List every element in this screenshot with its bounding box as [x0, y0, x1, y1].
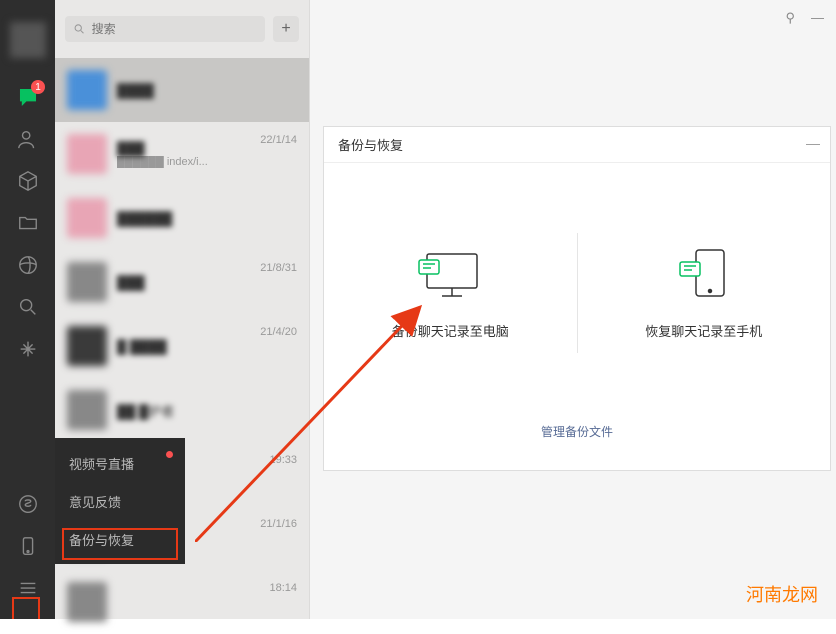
window-controls: ⚲ —	[785, 10, 824, 26]
notification-dot	[166, 451, 173, 458]
search-row: +	[55, 0, 309, 58]
new-chat-button[interactable]: +	[273, 16, 299, 42]
restore-label: 恢复聊天记录至手机	[645, 321, 762, 340]
nav-moments[interactable]	[0, 244, 55, 286]
folder-icon	[17, 212, 39, 234]
chat-name: ███	[117, 275, 250, 290]
dialog-header: 备份与恢复 —	[324, 127, 830, 163]
phone-icon	[17, 535, 39, 557]
phone-restore-icon	[674, 246, 734, 301]
chat-item[interactable]: 18:14	[55, 570, 309, 634]
chat-item[interactable]: ███ 21/8/31	[55, 250, 309, 314]
nav-chat[interactable]: 1	[0, 76, 55, 118]
search-input[interactable]	[92, 22, 257, 36]
plus-icon: +	[281, 20, 290, 38]
nav-more[interactable]	[0, 328, 55, 370]
ctx-video-live[interactable]: 视频号直播	[55, 444, 185, 482]
monitor-icon	[415, 246, 485, 301]
chat-badge: 1	[31, 80, 45, 94]
contacts-icon	[17, 128, 39, 150]
minimize-button[interactable]: —	[811, 10, 824, 26]
nav-phone[interactable]	[0, 525, 55, 567]
chat-avatar	[67, 390, 107, 430]
chat-item[interactable]: ██ █护者	[55, 378, 309, 442]
chat-name: ██ █护者	[117, 401, 297, 420]
nav-search[interactable]	[0, 286, 55, 328]
chat-item[interactable]: █ ████ 21/4/20	[55, 314, 309, 378]
chat-time: 19:33	[269, 454, 297, 466]
chat-avatar	[67, 262, 107, 302]
restore-to-phone-option[interactable]: 恢复聊天记录至手机	[578, 163, 831, 423]
dialog-title: 备份与恢复	[338, 135, 403, 154]
ctx-feedback[interactable]: 意见反馈	[55, 482, 185, 520]
chat-avatar	[67, 198, 107, 238]
chat-avatar	[67, 134, 107, 174]
ctx-backup-restore[interactable]: 备份与恢复	[55, 520, 185, 558]
chat-name: ██████	[117, 211, 297, 226]
chat-time: 18:14	[269, 582, 297, 594]
cube-icon	[17, 170, 39, 192]
chat-snippet: ██████ index/i...	[117, 156, 250, 168]
ctx-label: 备份与恢复	[69, 530, 134, 549]
chat-time: 21/4/20	[260, 326, 297, 338]
menu-icon	[17, 577, 39, 599]
nav-settings[interactable]	[0, 567, 55, 609]
chat-time: 22/1/14	[260, 134, 297, 146]
search-icon	[73, 22, 86, 36]
manage-backup-link[interactable]: 管理备份文件	[541, 425, 613, 439]
nav-files[interactable]	[0, 202, 55, 244]
chat-name: █ ████	[117, 339, 250, 354]
search-nav-icon	[17, 296, 39, 318]
chat-item[interactable]: ██████	[55, 186, 309, 250]
ctx-label: 视频号直播	[69, 454, 134, 473]
backup-to-pc-option[interactable]: 备份聊天记录至电脑	[324, 163, 577, 423]
chat-time: 21/1/16	[260, 518, 297, 530]
chat-avatar	[67, 326, 107, 366]
chat-avatar	[67, 70, 107, 110]
dialog-close-button[interactable]: —	[806, 135, 820, 151]
backup-restore-dialog: 备份与恢复 — 备份聊天记录至电脑 恢复聊天记录至手机 管理备份文件	[323, 126, 831, 471]
chat-avatar	[67, 582, 107, 622]
settings-context-menu: 视频号直播 意见反馈 备份与恢复	[55, 438, 185, 564]
chat-name: ███	[117, 141, 250, 156]
nav-contacts[interactable]	[0, 118, 55, 160]
backup-label: 备份聊天记录至电脑	[392, 321, 509, 340]
aperture-icon	[17, 254, 39, 276]
chat-time: 21/8/31	[260, 262, 297, 274]
sparkle-icon	[17, 338, 39, 360]
nav-miniprogram[interactable]	[0, 483, 55, 525]
ctx-label: 意见反馈	[69, 492, 121, 511]
miniprogram-icon	[17, 493, 39, 515]
nav-favorites[interactable]	[0, 160, 55, 202]
user-avatar[interactable]	[10, 22, 46, 58]
chat-name: ████	[117, 83, 297, 98]
nav-sidebar: 1	[0, 0, 55, 619]
chat-item[interactable]: ████	[55, 58, 309, 122]
watermark: 河南龙网	[746, 581, 818, 607]
search-box[interactable]	[65, 16, 265, 42]
pin-button[interactable]: ⚲	[785, 10, 795, 26]
chat-item[interactable]: ███ ██████ index/i... 22/1/14	[55, 122, 309, 186]
